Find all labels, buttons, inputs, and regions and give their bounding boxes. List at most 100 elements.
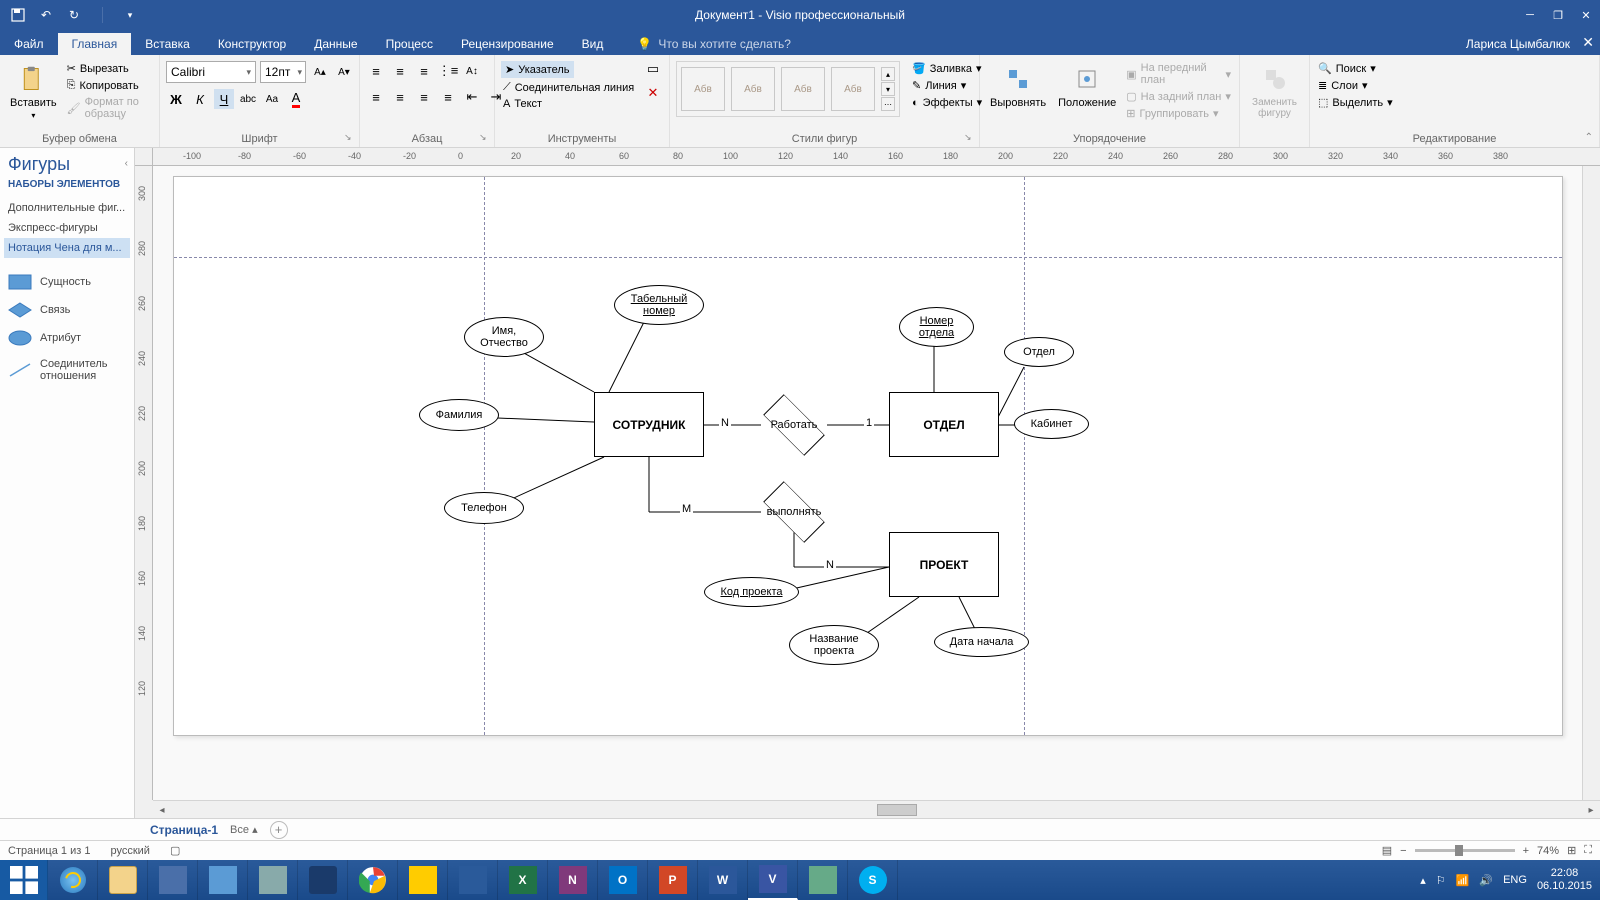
taskbar-powerpoint[interactable]: P [648, 860, 698, 900]
shapes-cat-quick[interactable]: Экспресс-фигуры [8, 218, 126, 238]
copy-button[interactable]: ⎘Копировать [65, 78, 153, 93]
canvas-viewport[interactable]: СОТРУДНИК ОТДЕЛ ПРОЕКТ Работать выполнят… [153, 166, 1600, 800]
style-item-1[interactable]: Абв [681, 67, 725, 111]
close-doc-icon[interactable]: ✕ [1582, 34, 1594, 51]
relationship-execute[interactable]: выполнять [754, 492, 834, 532]
align-button[interactable]: Выровнять [986, 61, 1050, 111]
taskbar-app2[interactable] [198, 860, 248, 900]
save-icon[interactable] [6, 3, 30, 27]
attr-dept[interactable]: Отдел [1004, 337, 1074, 367]
align-center-button[interactable]: ≡ [390, 87, 410, 107]
align-left-button[interactable]: ≡ [366, 87, 386, 107]
relationship-work[interactable]: Работать [754, 405, 834, 445]
zoom-out-button[interactable]: − [1400, 845, 1406, 857]
align-right-button[interactable]: ≡ [414, 87, 434, 107]
decrease-indent-button[interactable]: ⇤ [462, 87, 482, 107]
shapes-cat-chen[interactable]: Нотация Чена для м... [4, 238, 130, 258]
position-button[interactable]: Положение [1054, 61, 1120, 111]
pointer-tool-button[interactable]: ➤Указатель [501, 61, 574, 78]
gallery-down-button[interactable]: ▾ [881, 82, 895, 96]
strikethrough-button[interactable]: abc [238, 89, 258, 109]
attr-dept-number[interactable]: Номер отдела [899, 307, 974, 347]
fill-button[interactable]: 🪣Заливка ▾ [910, 61, 984, 76]
layers-button[interactable]: ≣Слои ▾ [1316, 78, 1395, 93]
bullets-button[interactable]: ⋮≡ [438, 61, 458, 81]
drawing-page[interactable]: СОТРУДНИК ОТДЕЛ ПРОЕКТ Работать выполнят… [173, 176, 1563, 736]
taskbar-app5[interactable] [448, 860, 498, 900]
tab-data[interactable]: Данные [300, 33, 371, 55]
vertical-ruler[interactable]: 300280260240220200180160140120 [135, 166, 153, 800]
macro-record-icon[interactable]: ▢ [170, 844, 180, 857]
find-button[interactable]: 🔍Поиск ▾ [1316, 61, 1395, 76]
taskbar-skype[interactable]: S [848, 860, 898, 900]
shape-style-gallery[interactable]: Абв Абв Абв Абв ▴ ▾ ⋯ [676, 61, 900, 117]
attr-office[interactable]: Кабинет [1014, 409, 1089, 439]
font-color-button[interactable]: A [286, 89, 306, 109]
style-item-2[interactable]: Абв [731, 67, 775, 111]
start-button[interactable] [0, 860, 48, 900]
taskbar-visio[interactable]: V [748, 860, 798, 900]
redo-icon[interactable]: ↻ [62, 3, 86, 27]
panel-collapse-button[interactable]: ‹ [125, 158, 128, 169]
bring-front-button[interactable]: ▣На передний план ▾ [1124, 61, 1233, 87]
select-button[interactable]: ⬚Выделить ▾ [1316, 95, 1395, 110]
gallery-up-button[interactable]: ▴ [881, 67, 895, 81]
add-page-button[interactable]: + [270, 821, 288, 839]
zoom-slider[interactable] [1415, 849, 1515, 852]
shrink-font-button[interactable]: A▾ [334, 62, 354, 82]
user-name[interactable]: Лариса Цымбалюк [1466, 37, 1570, 51]
paste-button[interactable]: Вставить ▾ [6, 61, 61, 122]
group-button[interactable]: ⊞Группировать ▾ [1124, 106, 1233, 121]
format-painter-button[interactable]: 🖌Формат по образцу [65, 95, 153, 121]
tray-up-icon[interactable]: ▴ [1420, 874, 1426, 887]
tab-view[interactable]: Вид [568, 33, 618, 55]
scroll-left-button[interactable]: ◂ [155, 803, 169, 817]
gallery-more-button[interactable]: ⋯ [881, 97, 895, 111]
qat-customize-icon[interactable]: ▾ [118, 3, 142, 27]
tray-clock[interactable]: 22:08 06.10.2015 [1537, 867, 1592, 893]
tab-file[interactable]: Файл [0, 33, 58, 55]
attr-start-date[interactable]: Дата начала [934, 627, 1029, 657]
restore-button[interactable]: ❐ [1544, 1, 1572, 29]
change-case-button[interactable]: Aa [262, 89, 282, 109]
taskbar-onenote[interactable]: N [548, 860, 598, 900]
align-bottom-button[interactable]: ≡ [414, 61, 434, 81]
tab-process[interactable]: Процесс [372, 33, 447, 55]
attr-surname[interactable]: Фамилия [419, 399, 499, 431]
tab-all-button[interactable]: Все ▴ [230, 823, 258, 836]
style-item-4[interactable]: Абв [831, 67, 875, 111]
shape-relationship[interactable]: Связь [8, 296, 126, 324]
attr-phone[interactable]: Телефон [444, 492, 524, 524]
taskbar-explorer[interactable] [98, 860, 148, 900]
taskbar-app1[interactable] [148, 860, 198, 900]
taskbar-outlook[interactable]: O [598, 860, 648, 900]
rectangle-tool-button[interactable]: ▭ [643, 59, 663, 79]
guide-horizontal[interactable] [174, 257, 1562, 258]
bold-button[interactable]: Ж [166, 89, 186, 109]
attr-tab-number[interactable]: Табельный номер [614, 285, 704, 325]
page-tab-1[interactable]: Страница-1 [150, 823, 218, 837]
zoom-value[interactable]: 74% [1537, 845, 1559, 857]
taskbar-app3[interactable] [248, 860, 298, 900]
tab-review[interactable]: Рецензирование [447, 33, 568, 55]
attr-project-name[interactable]: Название проекта [789, 625, 879, 665]
line-button[interactable]: ✎Линия ▾ [910, 78, 984, 93]
close-button[interactable]: ✕ [1572, 1, 1600, 29]
minimize-button[interactable]: ─ [1516, 1, 1544, 29]
font-name-combo[interactable]: Calibri [166, 61, 256, 83]
align-justify-button[interactable]: ≡ [438, 87, 458, 107]
taskbar-app6[interactable] [798, 860, 848, 900]
shape-attribute[interactable]: Атрибут [8, 324, 126, 352]
underline-button[interactable]: Ч [214, 89, 234, 109]
text-direction-button[interactable]: A↕ [462, 61, 482, 81]
styles-dialog-launcher[interactable]: ↘ [964, 132, 976, 144]
tab-home[interactable]: Главная [58, 33, 132, 55]
undo-icon[interactable]: ↶ [34, 3, 58, 27]
taskbar-word[interactable]: W [698, 860, 748, 900]
attr-project-code[interactable]: Код проекта [704, 577, 799, 607]
entity-project[interactable]: ПРОЕКТ [889, 532, 999, 597]
fullscreen-button[interactable]: ⛶ [1584, 844, 1592, 857]
scroll-right-button[interactable]: ▸ [1584, 803, 1598, 817]
tray-flag-icon[interactable]: ⚐ [1436, 874, 1446, 887]
font-dialog-launcher[interactable]: ↘ [344, 132, 356, 144]
